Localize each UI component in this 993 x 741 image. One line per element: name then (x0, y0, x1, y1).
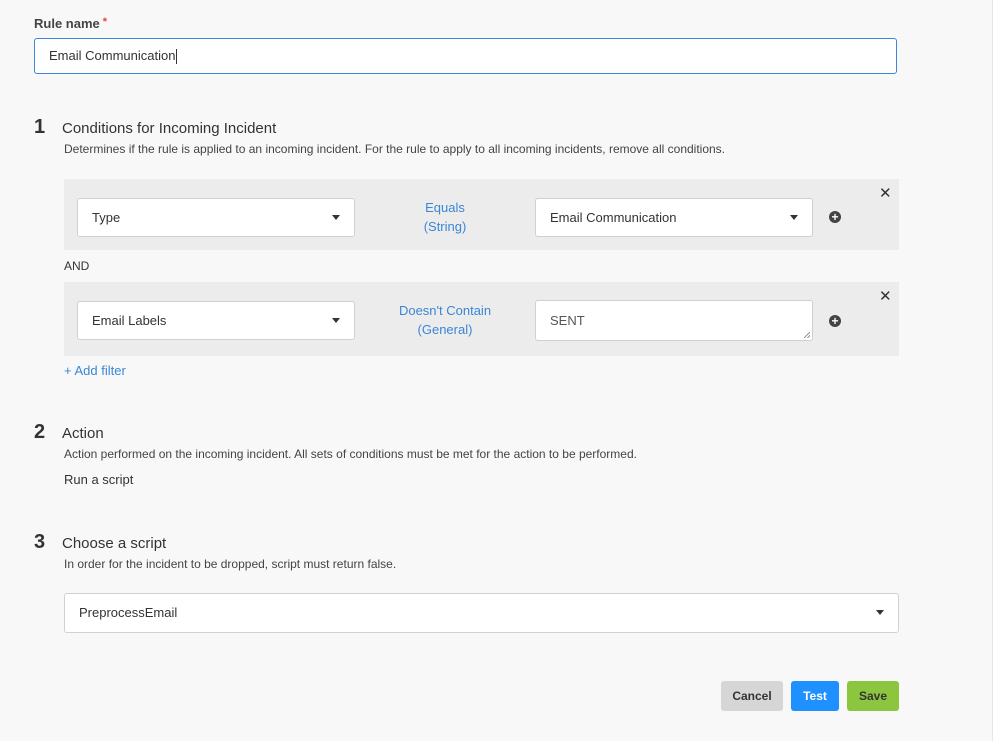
condition-operator[interactable]: Doesn't Contain (General) (390, 301, 500, 339)
chevron-down-icon (332, 215, 340, 220)
and-joiner: AND (64, 259, 90, 273)
operator-type: (General) (417, 322, 473, 337)
condition-row-2: Email Labels Doesn't Contain (General) S… (64, 282, 899, 356)
condition-value: Email Communication (550, 210, 677, 225)
test-button[interactable]: Test (791, 681, 839, 711)
condition-field-select[interactable]: Email Labels (77, 301, 355, 340)
operator-name: Doesn't Contain (398, 303, 492, 318)
close-icon[interactable]: ✕ (879, 186, 892, 201)
required-mark: * (102, 16, 108, 28)
operator-type: (String) (423, 219, 467, 234)
step-2-title: Action (62, 425, 104, 442)
plus-circle-icon[interactable]: + (829, 211, 841, 223)
step-1-number: 1 (34, 116, 46, 138)
step-3-number: 3 (34, 531, 46, 553)
step-1-title: Conditions for Incoming Incident (62, 120, 277, 137)
step-1-description: Determines if the rule is applied to an … (64, 142, 726, 156)
operator-name: Equals (425, 200, 465, 215)
step-2-description: Action performed on the incoming inciden… (64, 447, 637, 461)
condition-field-value: Email Labels (92, 313, 167, 328)
add-filter-link[interactable]: + Add filter (64, 363, 126, 378)
step-2-number: 2 (34, 421, 46, 443)
chevron-down-icon (332, 318, 340, 323)
condition-value-select[interactable]: Email Communication (535, 198, 813, 237)
chevron-down-icon (790, 215, 798, 220)
script-select[interactable]: PreprocessEmail (64, 593, 899, 633)
resize-grip-icon[interactable] (804, 332, 810, 338)
rule-name-input[interactable]: Email Communication (34, 38, 897, 74)
condition-value-input[interactable]: SENT (535, 300, 813, 341)
condition-field-value: Type (92, 210, 121, 225)
plus-circle-icon[interactable]: + (829, 315, 841, 327)
step-3-description: In order for the incident to be dropped,… (64, 557, 397, 571)
rule-name-label: Rule name * (34, 16, 108, 31)
condition-operator[interactable]: Equals (String) (390, 198, 500, 236)
step-3-title: Choose a script (62, 535, 167, 552)
chevron-down-icon (876, 610, 884, 615)
condition-row-1: Type Equals (String) Email Communication… (64, 179, 899, 250)
text-cursor (176, 49, 178, 65)
condition-field-select[interactable]: Type (77, 198, 355, 237)
script-select-value: PreprocessEmail (79, 605, 178, 620)
cancel-button[interactable]: Cancel (721, 681, 783, 711)
close-icon[interactable]: ✕ (879, 289, 892, 304)
rule-name-value: Email Communication (49, 48, 176, 63)
action-value: Run a script (64, 472, 134, 487)
condition-value: SENT (550, 313, 585, 328)
save-button[interactable]: Save (847, 681, 899, 711)
